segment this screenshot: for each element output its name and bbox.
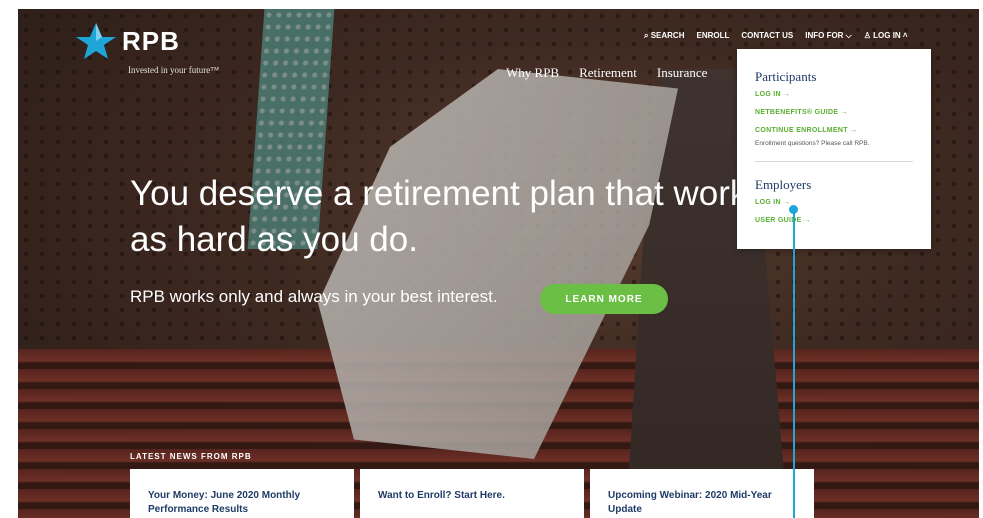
learn-more-button[interactable]: LEARN MORE (540, 284, 668, 314)
news-card-title: Want to Enroll? Start Here. (378, 490, 505, 501)
brand-logo[interactable]: RPB (76, 21, 180, 61)
star-logo-icon (76, 23, 116, 59)
news-card[interactable]: Your Money: June 2020 Monthly Performanc… (130, 469, 354, 518)
callout-line (793, 209, 795, 518)
continue-enrollment-link[interactable]: CONTINUE ENROLLMENT → (755, 127, 857, 134)
utility-nav: ⌕ SEARCH ENROLL CONTACT US INFO FOR ⌵ ♙ … (644, 31, 908, 41)
participant-log-in-link[interactable]: LOG IN → (755, 91, 790, 98)
log-in-menu[interactable]: ♙ LOG IN ˄ (864, 31, 908, 41)
enroll-link[interactable]: ENROLL (696, 31, 729, 41)
netbenefits-guide-link[interactable]: NETBENEFITS® GUIDE → (755, 109, 848, 116)
hero-title: You deserve a retirement plan that works… (130, 174, 765, 259)
main-nav: Why RPB Retirement Insurance (506, 65, 707, 81)
contact-us-link[interactable]: CONTACT US (741, 31, 793, 41)
dropdown-divider (755, 161, 913, 162)
callout-dot (789, 205, 798, 214)
news-card-title: Your Money: June 2020 Monthly Performanc… (148, 490, 301, 515)
user-guide-link[interactable]: USER GUIDE → (755, 217, 811, 224)
nav-why-rpb[interactable]: Why RPB (506, 65, 559, 81)
news-card[interactable]: Upcoming Webinar: 2020 Mid-Year Update (590, 469, 814, 518)
employer-log-in-link[interactable]: LOG IN → (755, 199, 790, 206)
news-section-label: LATEST NEWS FROM RPB (130, 452, 252, 461)
login-dropdown-menu: Participants LOG IN → NETBENEFITS® GUIDE… (737, 49, 931, 249)
news-card[interactable]: Want to Enroll? Start Here. (360, 469, 584, 518)
employers-heading: Employers (755, 177, 812, 192)
news-card-title: Upcoming Webinar: 2020 Mid-Year Update (608, 490, 772, 515)
info-for-menu[interactable]: INFO FOR ⌵ (805, 31, 852, 41)
hero-subtitle: RPB works only and always in your best i… (130, 287, 498, 306)
brand-name: RPB (122, 25, 180, 56)
search-link[interactable]: ⌕ SEARCH (644, 31, 684, 41)
enrollment-note: Enrollment questions? Please call RPB. (755, 140, 870, 147)
brand-tagline: Invested in your future™ (128, 65, 220, 75)
participants-heading: Participants (755, 69, 817, 84)
nav-retirement[interactable]: Retirement (579, 65, 637, 81)
nav-insurance[interactable]: Insurance (657, 65, 708, 81)
